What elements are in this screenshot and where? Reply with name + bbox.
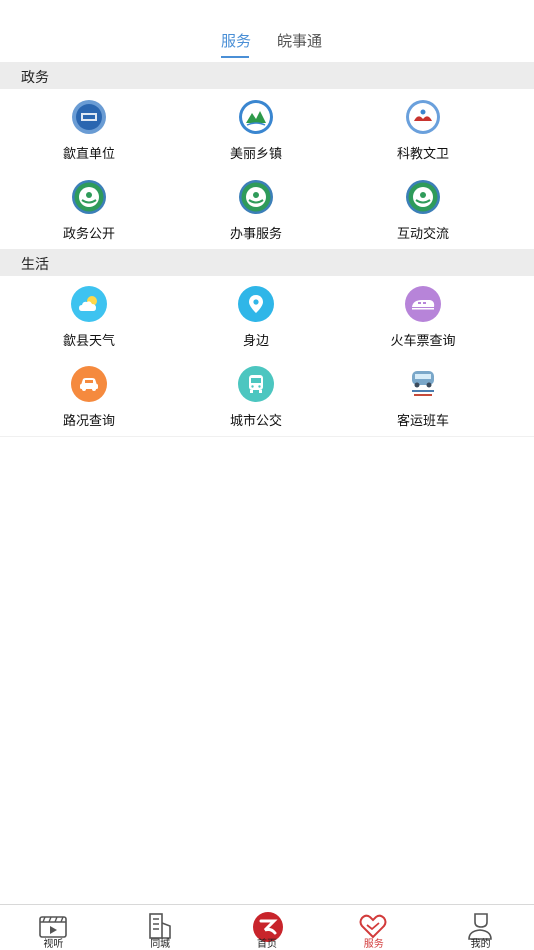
service-page: 服务 皖事通 政务 歙直单位 美丽乡镇 科教文卫 政务公开 办事服务 互动交流 … [0,0,534,950]
nav-item-service[interactable]: 服务 [320,905,427,950]
content-divider [0,436,534,437]
service-label: 客运班车 [396,414,449,429]
service-label: 政务公开 [62,227,115,242]
section-title: 生活 [21,257,49,273]
weather-icon [71,286,107,322]
service-label: 火车票查询 [390,334,456,349]
location-pin-icon [238,286,274,322]
service-label: 歙县天气 [62,334,115,349]
train-icon [405,286,441,322]
service-item-county-units[interactable]: 歙直单位 [0,99,178,179]
service-item-weather[interactable]: 歙县天气 [0,286,178,366]
service-item-handle-affairs[interactable]: 办事服务 [167,179,345,259]
nav-label: 首页 [256,939,277,950]
service-item-coach-bus[interactable]: 客运班车 [334,366,512,446]
nav-label: 视听 [43,939,64,950]
bus-icon [238,366,274,402]
nav-label: 我的 [470,939,491,950]
green-emblem-icon [405,179,441,215]
nav-item-same-city[interactable]: 同城 [107,905,214,950]
science-education-emblem-icon [405,99,441,135]
landscape-emblem-icon [238,99,274,135]
tab-service[interactable]: 服务 [221,30,251,51]
green-emblem-icon [238,179,274,215]
service-label: 路况查询 [62,414,115,429]
nav-item-home[interactable]: 首页 [214,905,321,950]
service-item-city-bus[interactable]: 城市公交 [167,366,345,446]
service-item-train-tickets[interactable]: 火车票查询 [334,286,512,366]
government-emblem-icon [71,99,107,135]
section-title: 政务 [21,70,49,86]
coach-bus-icon [405,366,441,402]
nav-label: 同城 [150,939,171,950]
service-label: 办事服务 [229,227,282,242]
service-item-road-conditions[interactable]: 路况查询 [0,366,178,446]
service-label: 互动交流 [396,227,449,242]
car-icon [71,366,107,402]
service-item-nearby[interactable]: 身边 [167,286,345,366]
nav-label: 服务 [363,939,384,950]
service-item-government-affairs-public[interactable]: 政务公开 [0,179,178,259]
bottom-navigation-bar: 视听 同城 首页 服务 我的 [0,904,534,950]
service-label: 科教文卫 [396,147,449,162]
active-tab-indicator [221,56,249,58]
service-item-beautiful-towns[interactable]: 美丽乡镇 [167,99,345,179]
service-item-interaction[interactable]: 互动交流 [334,179,512,259]
section-header-government: 政务 [0,62,534,89]
green-emblem-icon [71,179,107,215]
nav-item-video[interactable]: 视听 [0,905,107,950]
service-label: 美丽乡镇 [229,147,282,162]
service-label: 身边 [242,334,269,349]
tab-wanshitong[interactable]: 皖事通 [277,30,322,51]
service-label: 歙直单位 [62,147,115,162]
top-tab-bar: 服务 皖事通 [0,0,534,62]
section-header-life: 生活 [0,249,534,276]
service-label: 城市公交 [229,414,282,429]
service-item-science-education[interactable]: 科教文卫 [334,99,512,179]
nav-item-mine[interactable]: 我的 [427,905,534,950]
